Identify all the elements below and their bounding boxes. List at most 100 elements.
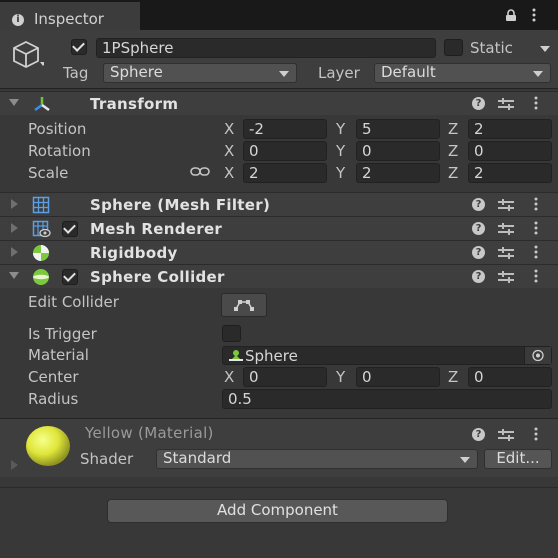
rotation-z-axis: Z: [448, 142, 459, 160]
mesh-renderer-title: Mesh Renderer: [90, 220, 223, 238]
shader-edit-button[interactable]: Edit...: [484, 449, 552, 469]
static-label: Static: [470, 39, 513, 57]
kebab-menu-icon[interactable]: [534, 244, 538, 262]
center-z-field[interactable]: 0: [468, 367, 552, 387]
mesh-renderer-header[interactable]: Mesh Renderer ?: [0, 216, 558, 240]
center-x-field[interactable]: 0: [243, 367, 327, 387]
material-header-icons: ?: [472, 426, 552, 444]
rotation-y-axis: Y: [336, 142, 346, 160]
material-object-field[interactable]: Sphere: [222, 346, 552, 365]
foldout-closed-icon[interactable]: [11, 199, 18, 209]
presets-icon[interactable]: [498, 246, 514, 260]
transform-axes-icon: [33, 95, 51, 113]
edit-collider-button[interactable]: [221, 293, 267, 317]
presets-icon[interactable]: [498, 198, 514, 212]
help-icon[interactable]: ?: [472, 428, 485, 441]
presets-icon[interactable]: [498, 428, 514, 442]
grid-mesh-icon: [32, 196, 50, 214]
kebab-menu-icon[interactable]: [534, 196, 538, 214]
tab-inspector[interactable]: i Inspector: [0, 2, 140, 30]
radius-field[interactable]: 0.5: [222, 389, 552, 409]
is-trigger-label: Is Trigger: [28, 325, 97, 343]
gameobject-name-field[interactable]: 1PSphere: [96, 38, 436, 58]
kebab-menu-icon[interactable]: [534, 95, 538, 113]
mesh-renderer-icon: [32, 220, 52, 238]
scale-x-axis: X: [224, 164, 235, 182]
lock-icon[interactable]: [505, 9, 517, 21]
info-icon: i: [12, 14, 24, 26]
sphere-collider-title: Sphere Collider: [90, 268, 225, 286]
scale-y-field[interactable]: 2: [356, 163, 440, 183]
help-icon[interactable]: ?: [472, 198, 485, 211]
rigidbody-title: Rigidbody: [90, 244, 178, 262]
center-y-field[interactable]: 0: [356, 367, 440, 387]
chevron-down-icon: [460, 457, 470, 463]
center-label: Center: [28, 368, 79, 386]
chevron-down-icon: [279, 71, 289, 77]
foldout-closed-icon[interactable]: [11, 247, 18, 257]
link-icon[interactable]: [190, 166, 210, 178]
checkmark-icon: [63, 221, 76, 234]
mesh-filter-header[interactable]: Sphere (Mesh Filter) ?: [0, 192, 558, 216]
sphere-collider-header[interactable]: Sphere Collider ?: [0, 264, 558, 288]
edit-collider-label: Edit Collider: [28, 293, 119, 311]
component-header-icons: ?: [472, 244, 552, 262]
add-component-button[interactable]: Add Component: [107, 499, 448, 523]
rotation-y-field[interactable]: 0: [356, 141, 440, 161]
rotation-label: Rotation: [28, 142, 91, 160]
chevron-down-icon: [533, 71, 543, 77]
static-dropdown-arrow[interactable]: [540, 46, 550, 52]
scale-z-field[interactable]: 2: [468, 163, 552, 183]
tab-menu-icon[interactable]: [532, 7, 536, 23]
scale-y-axis: Y: [336, 164, 346, 182]
position-x-axis: X: [224, 120, 235, 138]
shader-dropdown[interactable]: Standard: [156, 449, 478, 469]
component-header-icons: ?: [472, 95, 552, 113]
sphere-collider-enabled-checkbox[interactable]: [62, 269, 78, 285]
kebab-menu-icon[interactable]: [534, 268, 538, 286]
position-z-axis: Z: [448, 120, 459, 138]
help-icon[interactable]: ?: [472, 222, 485, 235]
help-icon[interactable]: ?: [472, 246, 485, 259]
position-x-field[interactable]: -2: [243, 119, 327, 139]
help-icon[interactable]: ?: [472, 270, 485, 283]
scale-x-field[interactable]: 2: [243, 163, 327, 183]
physic-material-icon: [229, 350, 243, 361]
rotation-z-field[interactable]: 0: [468, 141, 552, 161]
object-picker-icon[interactable]: [524, 347, 551, 364]
gameobject-active-checkbox[interactable]: [71, 39, 87, 55]
center-y-axis: Y: [336, 368, 346, 386]
help-icon[interactable]: ?: [472, 97, 485, 110]
presets-icon[interactable]: [498, 97, 514, 111]
rotation-x-axis: X: [224, 142, 235, 160]
foldout-open-icon[interactable]: [9, 99, 19, 106]
component-header-icons: ?: [472, 220, 552, 238]
edit-collider-icon: [234, 300, 254, 311]
scale-z-axis: Z: [448, 164, 459, 182]
rotation-x-field[interactable]: 0: [243, 141, 327, 161]
material-preview-sphere: [24, 424, 72, 468]
layer-label: Layer: [318, 64, 360, 82]
presets-icon[interactable]: [498, 270, 514, 284]
tag-dropdown[interactable]: Sphere: [103, 63, 297, 83]
transform-header[interactable]: Transform ?: [0, 91, 558, 115]
kebab-menu-icon[interactable]: [534, 426, 538, 444]
shader-value: Standard: [163, 449, 232, 467]
position-z-field[interactable]: 2: [468, 119, 552, 139]
presets-icon[interactable]: [498, 222, 514, 236]
foldout-open-icon[interactable]: [9, 272, 19, 279]
foldout-closed-icon[interactable]: [11, 223, 18, 233]
bottom-separator: [0, 487, 558, 488]
kebab-menu-icon[interactable]: [534, 220, 538, 238]
is-trigger-checkbox[interactable]: [222, 325, 241, 342]
mesh-renderer-enabled-checkbox[interactable]: [62, 221, 78, 237]
position-label: Position: [28, 120, 87, 138]
static-checkbox[interactable]: [444, 39, 463, 56]
position-y-field[interactable]: 5: [356, 119, 440, 139]
layer-dropdown[interactable]: Default: [374, 63, 551, 83]
layer-value: Default: [381, 63, 436, 81]
cube-icon[interactable]: [10, 38, 46, 72]
material-foldout-icon[interactable]: [11, 460, 18, 470]
rigidbody-header[interactable]: Rigidbody ?: [0, 240, 558, 264]
center-z-axis: Z: [448, 368, 459, 386]
